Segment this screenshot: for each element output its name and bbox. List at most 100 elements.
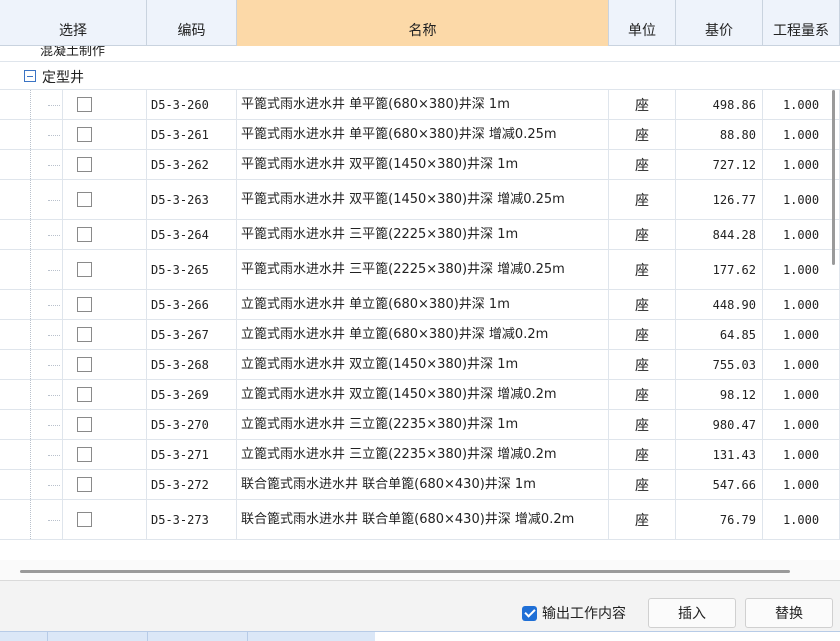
col-header-price[interactable]: 基价 [676,0,763,46]
price-cell: 177.62 [676,250,763,289]
tree-line [62,440,63,469]
name-cell: 平篦式雨水进水井 单平篦(680×380)井深 1m [237,90,609,119]
table-row[interactable]: D5-3-260 平篦式雨水进水井 单平篦(680×380)井深 1m 座 498.8… [0,90,840,120]
row-checkbox[interactable] [76,477,92,492]
col-header-code[interactable]: 编码 [147,0,237,46]
row-checkbox[interactable] [76,227,92,242]
table-row[interactable]: D5-3-261 平篦式雨水进水井 单平篦(680×380)井深 增减0.25m 座… [0,120,840,150]
coef-cell[interactable]: 1.000 [763,410,840,439]
name-cell: 联合篦式雨水进水井 联合单篦(680×430)井深 1m [237,470,609,499]
coef-cell[interactable]: 1.000 [763,380,840,409]
code-cell: D5-3-261 [147,120,237,149]
tree-line [62,320,63,349]
row-checkbox[interactable] [76,357,92,372]
price-cell: 755.03 [676,350,763,379]
select-cell [0,90,147,119]
tree-line [48,484,60,486]
bottom-tab-strip [0,631,840,641]
unit-cell: 座 [609,290,676,319]
table-row[interactable]: D5-3-271 立篦式雨水进水井 三立篦(2235×380)井深 增减0.2m 座… [0,440,840,470]
table-row[interactable]: D5-3-264 平篦式雨水进水井 三平篦(2225×380)井深 1m 座 844.… [0,220,840,250]
table-row[interactable]: D5-3-269 立篦式雨水进水井 双立篦(1450×380)井深 增减0.2m 座… [0,380,840,410]
coef-cell[interactable]: 1.000 [763,350,840,379]
name-cell: 立篦式雨水进水井 单立篦(680×380)井深 增减0.2m [237,320,609,349]
tree-line [30,470,31,499]
coef-cell[interactable]: 1.000 [763,180,840,219]
code-cell: D5-3-270 [147,410,237,439]
coef-cell[interactable]: 1.000 [763,150,840,179]
row-checkbox[interactable] [76,192,92,207]
tree-line [62,150,63,179]
row-checkbox[interactable] [76,127,92,142]
coef-cell[interactable]: 1.000 [763,250,840,289]
unit-cell: 座 [609,410,676,439]
code-cell: D5-3-273 [147,500,237,539]
table-row[interactable]: D5-3-273 联合篦式雨水进水井 联合单篦(680×430)井深 增减0.2m… [0,500,840,540]
table-row[interactable]: D5-3-270 立篦式雨水进水井 三立篦(2235×380)井深 1m 座 980.… [0,410,840,440]
price-cell: 64.85 [676,320,763,349]
tree-line [30,290,31,319]
partial-row-label: 混凝土制作 [40,46,106,59]
name-cell: 联合篦式雨水进水井 联合单篦(680×430)井深 增减0.2m [237,500,609,539]
col-header-coef[interactable]: 工程量系 [763,0,840,46]
select-cell [0,290,147,319]
coef-cell[interactable]: 1.000 [763,500,840,539]
coef-cell[interactable]: 1.000 [763,220,840,249]
checkbox-checked-icon[interactable] [522,605,537,621]
horizontal-scrollbar-thumb[interactable] [20,570,790,573]
coef-cell[interactable]: 1.000 [763,90,840,119]
price-cell: 76.79 [676,500,763,539]
group-row[interactable]: 定型井 [0,62,840,90]
table-row[interactable]: D5-3-268 立篦式雨水进水井 双立篦(1450×380)井深 1m 座 755.… [0,350,840,380]
table-row[interactable]: D5-3-262 平篦式雨水进水井 双平篦(1450×380)井深 1m 座 727.… [0,150,840,180]
grid-header: 选择 编码 名称 单位 基价 工程量系 [0,0,840,46]
group-label: 定型井 [42,70,84,86]
output-work-content-option[interactable]: 输出工作内容 [522,603,626,623]
unit-cell: 座 [609,380,676,409]
code-cell: D5-3-265 [147,250,237,289]
tree-line [30,500,31,539]
tree-line [48,454,60,456]
price-cell: 131.43 [676,440,763,469]
row-checkbox[interactable] [76,297,92,312]
row-checkbox[interactable] [76,327,92,342]
coef-cell[interactable]: 1.000 [763,440,840,469]
table-row[interactable]: D5-3-266 立篦式雨水进水井 单立篦(680×380)井深 1m 座 448.9… [0,290,840,320]
row-checkbox[interactable] [76,512,92,527]
row-checkbox[interactable] [76,417,92,432]
row-checkbox[interactable] [76,447,92,462]
row-checkbox[interactable] [76,387,92,402]
table-row[interactable]: D5-3-272 联合篦式雨水进水井 联合单篦(680×430)井深 1m 座 547… [0,470,840,500]
coef-cell[interactable]: 1.000 [763,320,840,349]
quota-grid: 选择 编码 名称 单位 基价 工程量系 混凝土制作 定型井 D5-3-260 平篦… [0,0,840,560]
tree-line [48,334,60,336]
tree-line [48,104,60,106]
vertical-scrollbar-thumb[interactable] [832,90,835,265]
name-cell: 平篦式雨水进水井 单平篦(680×380)井深 增减0.25m [237,120,609,149]
row-checkbox[interactable] [76,97,92,112]
select-cell [0,250,147,289]
select-cell [0,380,147,409]
table-row[interactable]: D5-3-263 平篦式雨水进水井 双平篦(1450×380)井深 增减0.25m… [0,180,840,220]
row-checkbox[interactable] [76,262,92,277]
code-cell: D5-3-268 [147,350,237,379]
coef-cell[interactable]: 1.000 [763,290,840,319]
tree-line [62,120,63,149]
replace-button[interactable]: 替换 [745,598,833,628]
table-row[interactable]: D5-3-265 平篦式雨水进水井 三平篦(2225×380)井深 增减0.25m… [0,250,840,290]
col-header-select[interactable]: 选择 [0,0,147,46]
col-header-name[interactable]: 名称 [237,0,609,46]
table-row[interactable]: D5-3-267 立篦式雨水进水井 单立篦(680×380)井深 增减0.2m 座 6… [0,320,840,350]
collapse-icon[interactable] [24,70,36,82]
col-header-unit[interactable]: 单位 [609,0,676,46]
select-cell [0,350,147,379]
price-cell: 126.77 [676,180,763,219]
coef-cell[interactable]: 1.000 [763,120,840,149]
output-work-content-label[interactable]: 输出工作内容 [542,603,626,623]
insert-button[interactable]: 插入 [648,598,736,628]
tree-line [30,410,31,439]
bottom-strip-blank [375,632,840,641]
row-checkbox[interactable] [76,157,92,172]
coef-cell[interactable]: 1.000 [763,470,840,499]
tree-line [48,394,60,396]
